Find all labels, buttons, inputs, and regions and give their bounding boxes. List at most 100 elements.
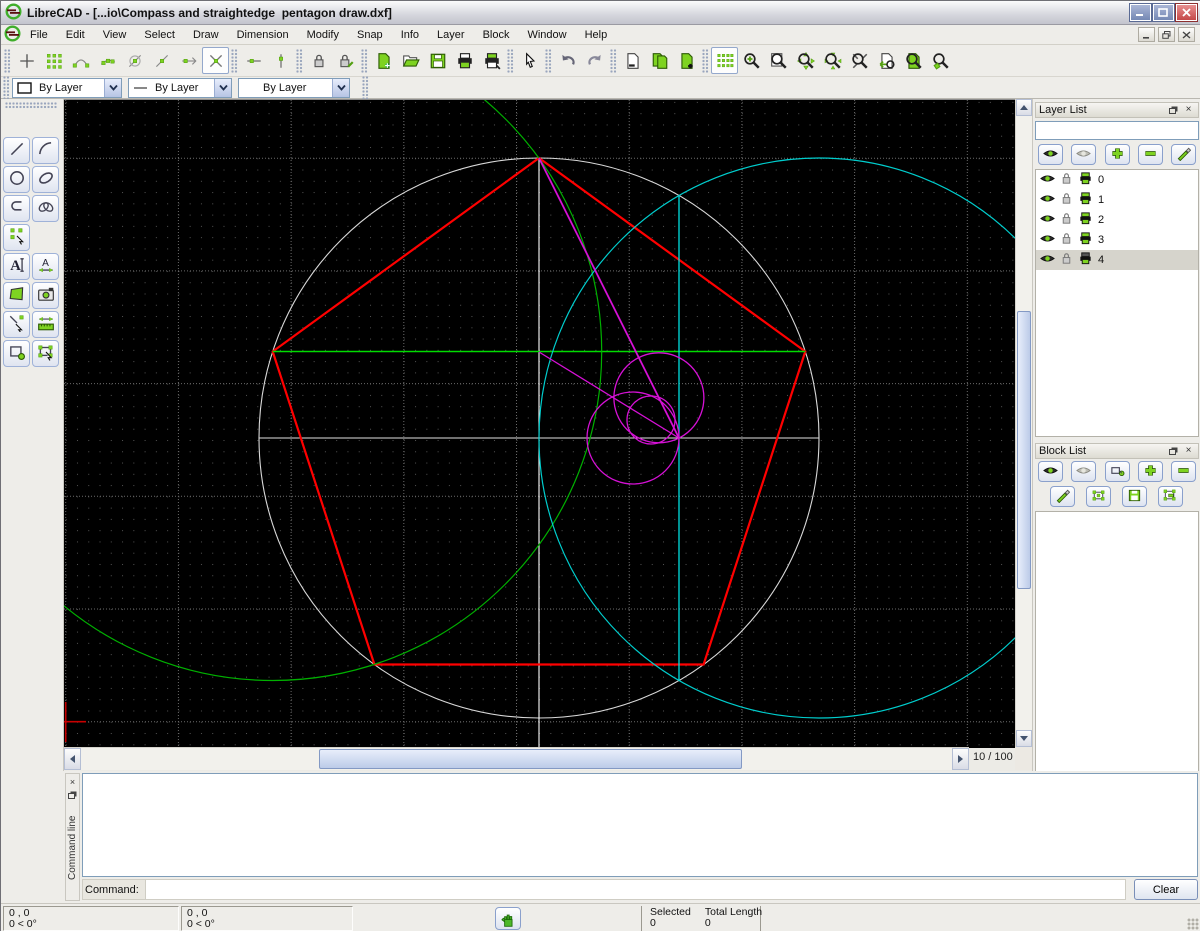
cad-drawing[interactable] <box>64 100 1015 748</box>
grid-toggle-button[interactable] <box>711 47 738 74</box>
zoom-window-button[interactable] <box>765 47 792 74</box>
layer-print-icon[interactable] <box>1078 211 1093 229</box>
zoom-pan-out-button[interactable] <box>792 47 819 74</box>
add-block-button[interactable] <box>1138 461 1163 482</box>
pen-width-combobox[interactable]: By Layer <box>128 78 232 98</box>
layer-print-icon[interactable] <box>1078 191 1093 209</box>
layer-lock-icon[interactable] <box>1059 211 1074 229</box>
pen-linetype-combobox[interactable]: By Layer <box>238 78 350 98</box>
layer-visibility-icon[interactable] <box>1040 251 1055 269</box>
tool-spline-button[interactable] <box>32 195 59 222</box>
tool-text-button[interactable]: A <box>3 253 30 280</box>
hide-all-blocks-button[interactable] <box>1071 461 1096 482</box>
lock-relative-zero-button[interactable] <box>305 47 332 74</box>
layer-print-icon[interactable] <box>1078 251 1093 269</box>
tool-edit-block-button[interactable] <box>32 340 59 367</box>
menu-file[interactable]: File <box>21 27 57 43</box>
layer-lock-icon[interactable] <box>1059 251 1074 269</box>
toolbar-handle-end[interactable] <box>362 76 369 100</box>
toolbar-handle-undo-redo[interactable] <box>545 49 552 73</box>
print-preview-button[interactable] <box>478 47 505 74</box>
vertical-scrollbar[interactable] <box>1015 99 1032 747</box>
snap-free-button[interactable] <box>13 47 40 74</box>
create-block-button[interactable] <box>1105 461 1130 482</box>
scroll-down-button[interactable] <box>1016 730 1032 747</box>
menu-block[interactable]: Block <box>474 27 519 43</box>
layer-panel-float-button[interactable] <box>1167 104 1180 116</box>
layer-row-4[interactable]: 4 <box>1036 250 1198 270</box>
mdi-close-button[interactable] <box>1178 27 1195 42</box>
command-input[interactable] <box>146 879 1126 900</box>
edit-block-button[interactable] <box>1086 486 1111 507</box>
zoom-page-button[interactable] <box>900 47 927 74</box>
undo-button[interactable] <box>554 47 581 74</box>
layer-print-icon[interactable] <box>1078 231 1093 249</box>
menu-select[interactable]: Select <box>135 27 184 43</box>
command-dock-float-button[interactable] <box>67 789 78 800</box>
tool-arc-button[interactable] <box>32 137 59 164</box>
toolbar-handle-relative-zero[interactable] <box>296 49 303 73</box>
snap-grid-button[interactable] <box>40 47 67 74</box>
scroll-up-button[interactable] <box>1016 99 1032 116</box>
tool-block-button[interactable] <box>3 340 30 367</box>
zoom-pan-button[interactable] <box>927 47 954 74</box>
layer-lock-icon[interactable] <box>1059 171 1074 189</box>
toolbar-handle-restrict[interactable] <box>231 49 238 73</box>
toolbar-handle-snap[interactable] <box>4 49 11 73</box>
remove-layer-button[interactable] <box>1138 144 1163 165</box>
hide-all-layers-button[interactable] <box>1071 144 1096 165</box>
file-open-button[interactable] <box>397 47 424 74</box>
toolbar-handle-pen[interactable] <box>3 76 10 100</box>
snap-distance-button[interactable] <box>175 47 202 74</box>
block-panel-float-button[interactable] <box>1167 445 1180 457</box>
show-all-blocks-button[interactable] <box>1038 461 1063 482</box>
toolbar-handle-select[interactable] <box>507 49 514 73</box>
layer-row-2[interactable]: 2 <box>1036 210 1198 230</box>
horizontal-scrollbar[interactable] <box>64 747 969 770</box>
vertical-scroll-track[interactable] <box>1016 116 1032 730</box>
zoom-in-button[interactable] <box>738 47 765 74</box>
show-all-layers-button[interactable] <box>1038 144 1063 165</box>
clear-button[interactable]: Clear <box>1134 879 1198 900</box>
tool-line-button[interactable] <box>3 137 30 164</box>
snap-center-button[interactable] <box>121 47 148 74</box>
save-block-button[interactable] <box>1122 486 1147 507</box>
mdi-restore-button[interactable] <box>1158 27 1175 42</box>
tool-image-button[interactable] <box>32 282 59 309</box>
pen-color-combobox[interactable]: By Layer <box>12 78 122 98</box>
edit-layer-button[interactable] <box>1171 144 1196 165</box>
menu-modify[interactable]: Modify <box>298 27 348 43</box>
toolbar-handle-view[interactable] <box>702 49 709 73</box>
tool-hatch-button[interactable] <box>3 282 30 309</box>
layer-panel-close-button[interactable]: × <box>1182 104 1195 116</box>
tool-polyline-button[interactable] <box>3 195 30 222</box>
menu-help[interactable]: Help <box>576 27 617 43</box>
vertical-scroll-thumb[interactable] <box>1017 311 1031 589</box>
layer-lock-icon[interactable] <box>1059 231 1074 249</box>
tool-circle-button[interactable] <box>3 166 30 193</box>
previous-view-button[interactable] <box>873 47 900 74</box>
snap-middle-button[interactable] <box>148 47 175 74</box>
command-dock-close-button[interactable]: × <box>67 776 78 787</box>
layer-print-icon[interactable] <box>1078 171 1093 189</box>
maximize-button[interactable] <box>1153 4 1174 21</box>
tool-measure-button[interactable] <box>32 311 59 338</box>
layer-row-3[interactable]: 3 <box>1036 230 1198 250</box>
layer-visibility-icon[interactable] <box>1040 191 1055 209</box>
cut-button[interactable] <box>619 47 646 74</box>
remove-block-button[interactable] <box>1171 461 1196 482</box>
menu-edit[interactable]: Edit <box>57 27 94 43</box>
layer-row-0[interactable]: 0 <box>1036 170 1198 190</box>
file-save-button[interactable] <box>424 47 451 74</box>
mdi-minimize-button[interactable] <box>1138 27 1155 42</box>
menu-window[interactable]: Window <box>518 27 575 43</box>
resize-grip[interactable] <box>1187 918 1199 930</box>
restrict-horizontal-button[interactable] <box>240 47 267 74</box>
layer-visibility-icon[interactable] <box>1040 171 1055 189</box>
tool-select-button[interactable] <box>3 311 30 338</box>
command-history[interactable] <box>82 773 1198 877</box>
layer-visibility-icon[interactable] <box>1040 211 1055 229</box>
toolbar-handle-file[interactable] <box>361 49 368 73</box>
layer-row-1[interactable]: 1 <box>1036 190 1198 210</box>
menu-info[interactable]: Info <box>392 27 428 43</box>
